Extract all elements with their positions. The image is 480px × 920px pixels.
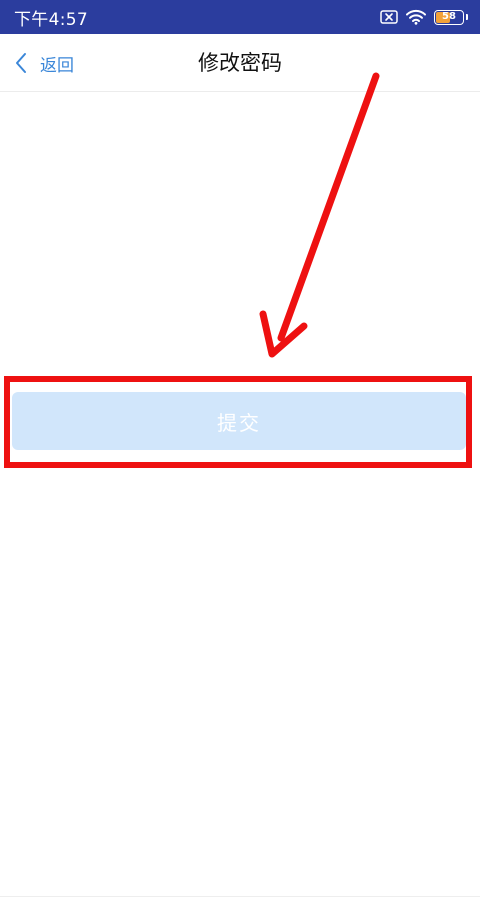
change-password-screen: 下午4:57 58 返回 修改密码 提交 [0, 0, 480, 920]
battery-icon: 58 [434, 9, 464, 25]
submit-button[interactable]: 提交 [12, 392, 466, 450]
status-time: 下午4:57 [14, 9, 88, 30]
wifi-icon [406, 9, 426, 25]
battery-level: 58 [442, 11, 456, 22]
bottom-divider [0, 896, 480, 897]
chevron-left-icon [16, 53, 26, 73]
status-bar: 下午4:57 58 [0, 0, 480, 34]
red-arrow-icon [259, 72, 380, 358]
back-button[interactable]: 返回 [14, 34, 74, 92]
nav-bar: 返回 修改密码 [0, 34, 480, 92]
status-icons: 58 [380, 9, 468, 25]
back-label: 返回 [40, 55, 74, 76]
battery-tip [466, 14, 468, 20]
sim-x-icon [380, 10, 398, 24]
